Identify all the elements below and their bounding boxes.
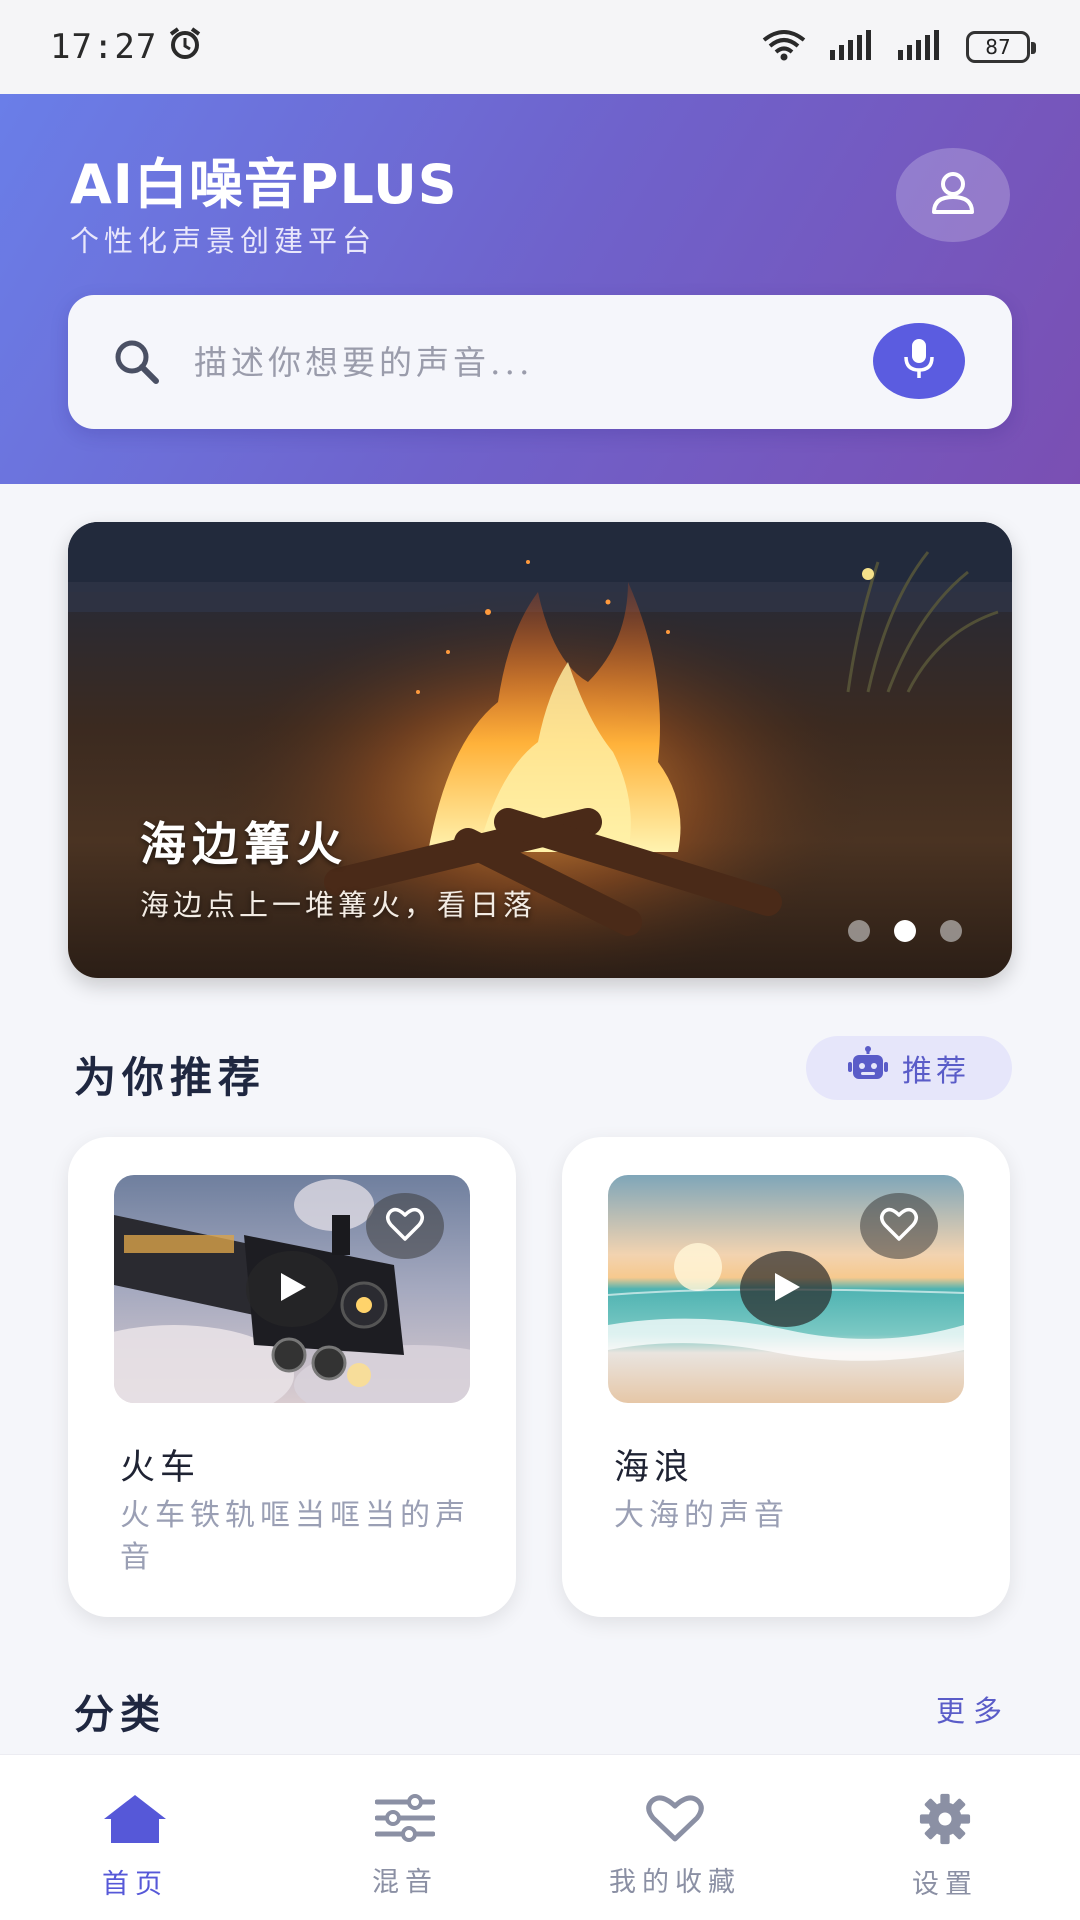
- heart-icon: [645, 1793, 705, 1850]
- card-description: 火车铁轨哐当哐当的声音: [120, 1498, 470, 1575]
- favorite-button[interactable]: [366, 1193, 444, 1259]
- card-title: 海浪: [614, 1448, 695, 1488]
- heart-icon: [385, 1206, 425, 1246]
- battery-indicator: 87: [966, 31, 1036, 63]
- card-title: 火车: [120, 1448, 201, 1488]
- carousel-dot-active[interactable]: [894, 920, 916, 942]
- heart-icon: [879, 1206, 919, 1246]
- home-icon: [102, 1793, 168, 1852]
- recommend-section-title: 为你推荐: [74, 1053, 267, 1102]
- app-subtitle: 个性化声景创建平台: [70, 224, 377, 258]
- favorite-button[interactable]: [860, 1193, 938, 1259]
- banner-subtitle: 海边点上一堆篝火，看日落: [140, 888, 537, 922]
- robot-icon: [848, 1046, 888, 1090]
- search-input[interactable]: [194, 325, 794, 399]
- recommend-chip-label: 推荐: [902, 1054, 970, 1089]
- card-description: 大海的声音: [614, 1498, 789, 1533]
- bottom-navigation: 首页 混音 我的收藏 设置: [0, 1754, 1080, 1920]
- ai-recommend-button[interactable]: 推荐: [806, 1036, 1012, 1100]
- featured-banner[interactable]: 海边篝火 海边点上一堆篝火，看日落: [68, 522, 1012, 978]
- play-icon: [275, 1270, 309, 1308]
- sound-card-waves[interactable]: 海浪 大海的声音: [562, 1137, 1010, 1617]
- voice-input-button[interactable]: [873, 323, 965, 399]
- sliders-icon: [374, 1793, 436, 1850]
- search-box: [68, 295, 1012, 429]
- alarm-icon: [167, 25, 203, 70]
- signal-icon-2: [898, 30, 944, 64]
- nav-item-favorites[interactable]: 我的收藏: [540, 1755, 810, 1920]
- sound-card-train[interactable]: 火车 火车铁轨哐当哐当的声音: [68, 1137, 516, 1617]
- nav-label: 混音: [372, 1867, 438, 1898]
- train-image: [114, 1175, 470, 1403]
- category-section-title: 分类: [74, 1691, 166, 1738]
- user-icon: [928, 168, 978, 222]
- nav-item-mix[interactable]: 混音: [270, 1755, 540, 1920]
- carousel-dot[interactable]: [940, 920, 962, 942]
- profile-button[interactable]: [896, 148, 1010, 242]
- ocean-image: [608, 1175, 964, 1403]
- status-bar: 17:27 87: [0, 0, 1080, 94]
- play-button[interactable]: [246, 1251, 338, 1327]
- nav-label: 设置: [912, 1869, 978, 1900]
- nav-item-settings[interactable]: 设置: [810, 1755, 1080, 1920]
- banner-title: 海边篝火: [140, 817, 348, 871]
- nav-item-home[interactable]: 首页: [0, 1755, 270, 1920]
- signal-icon: [830, 30, 876, 64]
- play-icon: [769, 1270, 803, 1308]
- play-button[interactable]: [740, 1251, 832, 1327]
- microphone-icon: [899, 337, 939, 385]
- wifi-icon: [760, 28, 808, 66]
- gear-icon: [917, 1793, 973, 1852]
- app-header: AI白噪音PLUS 个性化声景创建平台: [0, 94, 1080, 484]
- nav-label: 我的收藏: [609, 1867, 741, 1898]
- search-icon: [112, 337, 162, 391]
- carousel-indicator: [848, 920, 962, 942]
- more-link[interactable]: 更多: [936, 1688, 1010, 1730]
- app-title: AI白噪音PLUS: [70, 153, 458, 216]
- status-time: 17:27: [50, 27, 158, 67]
- carousel-dot[interactable]: [848, 920, 870, 942]
- nav-label: 首页: [102, 1869, 168, 1900]
